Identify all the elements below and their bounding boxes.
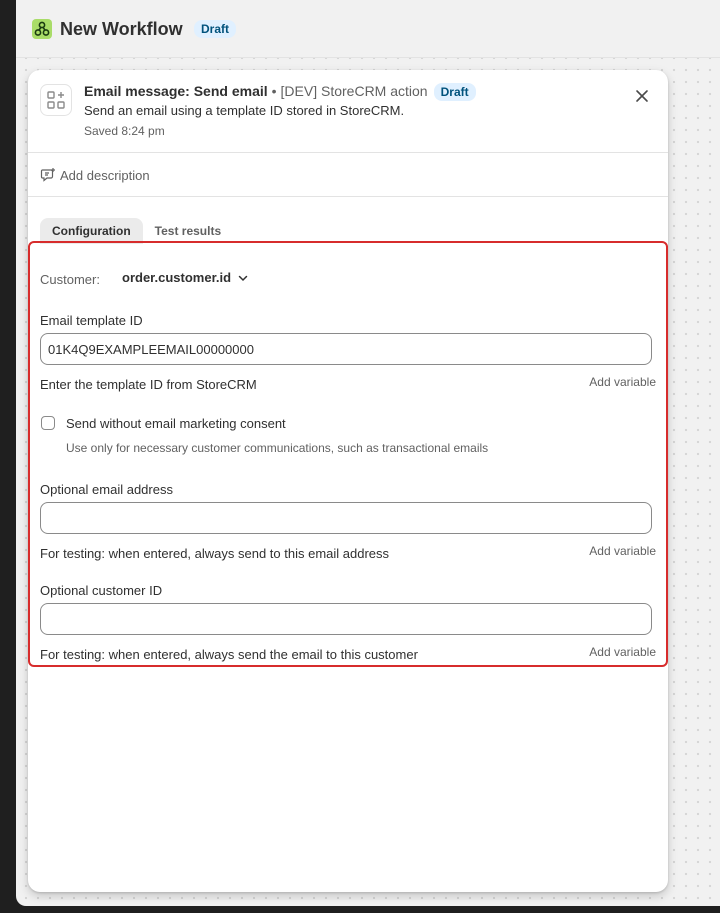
saved-timestamp: Saved 8:24 pm: [84, 124, 165, 138]
customer-id-help: For testing: when entered, always send t…: [40, 647, 418, 662]
consent-checkbox-label[interactable]: Send without email marketing consent: [66, 415, 286, 432]
action-status-badge: Draft: [433, 83, 476, 101]
template-id-add-variable[interactable]: Add variable: [589, 374, 656, 390]
template-id-help: Enter the template ID from StoreCRM: [40, 377, 257, 392]
action-description: Send an email using a template ID stored…: [84, 103, 405, 118]
customer-label: Customer:: [40, 272, 100, 287]
comment-add-icon: [40, 168, 55, 182]
grid-add-icon: [40, 84, 72, 116]
customer-id-add-variable[interactable]: Add variable: [589, 644, 656, 660]
chevron-down-icon: [238, 275, 248, 281]
action-name: Email message: Send email: [84, 83, 268, 99]
action-panel: Email message: Send email • [DEV] StoreCRM…: [28, 70, 668, 892]
top-bar: New Workflow Draft: [16, 0, 720, 58]
workflow-title: New Workflow: [60, 19, 183, 39]
customer-id-label: Optional customer ID: [40, 583, 163, 598]
add-description-button[interactable]: Add description: [40, 165, 150, 185]
customer-select[interactable]: order.customer.id: [122, 270, 249, 285]
email-address-help: For testing: when entered, always send t…: [40, 546, 390, 561]
consent-help: Use only for necessary customer communic…: [66, 441, 489, 455]
title-separator: •: [271, 83, 277, 99]
add-description-label: Add description: [60, 167, 150, 183]
email-address-label: Optional email address: [40, 482, 173, 497]
description-divider: [28, 196, 668, 197]
workflow-status-badge: Draft: [194, 20, 237, 38]
close-icon: [636, 90, 648, 102]
template-id-label: Email template ID: [40, 313, 143, 328]
workflow-app-icon: [32, 19, 52, 39]
email-address-input[interactable]: [40, 502, 652, 534]
template-id-input[interactable]: [40, 333, 652, 365]
header-divider: [28, 152, 668, 153]
action-source: [DEV] StoreCRM action: [280, 83, 428, 99]
email-address-add-variable[interactable]: Add variable: [589, 543, 656, 559]
action-title: Email message: Send email • [DEV] StoreCRM…: [84, 82, 476, 101]
customer-select-value: order.customer.id: [122, 270, 232, 285]
close-button[interactable]: [630, 84, 654, 108]
consent-checkbox[interactable]: [41, 416, 55, 430]
customer-id-input[interactable]: [40, 603, 652, 635]
